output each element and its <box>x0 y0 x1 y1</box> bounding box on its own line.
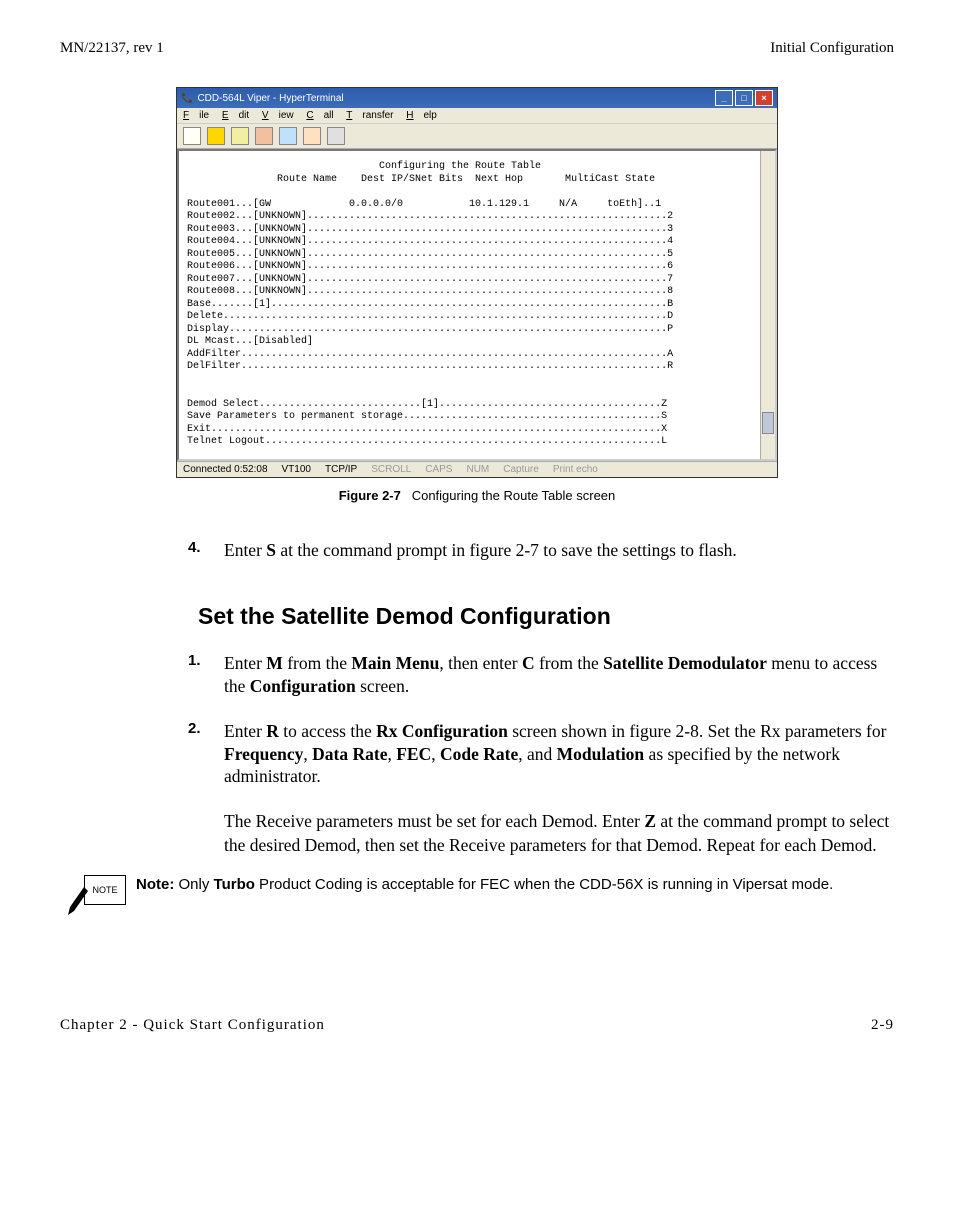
step-number: 2. <box>188 720 224 788</box>
status-emulation: VT100 <box>282 464 311 475</box>
footer-right: 2-9 <box>871 1017 894 1034</box>
status-scroll: SCROLL <box>371 464 411 475</box>
figure-text: Configuring the Route Table screen <box>412 488 616 503</box>
window-title-bar: 📞 CDD-564L Viper - HyperTerminal _ □ × <box>177 88 777 108</box>
status-bar: Connected 0:52:08 VT100 TCP/IP SCROLL CA… <box>177 461 777 477</box>
scroll-thumb[interactable] <box>762 412 774 434</box>
doc-header-left: MN/22137, rev 1 <box>60 40 164 57</box>
step-body: Enter R to access the Rx Configuration s… <box>224 720 894 788</box>
toolbar-send-icon[interactable] <box>279 127 297 145</box>
hyperterminal-window: 📞 CDD-564L Viper - HyperTerminal _ □ × F… <box>176 87 778 478</box>
toolbar-open-icon[interactable] <box>207 127 225 145</box>
section-heading: Set the Satellite Demod Configuration <box>198 603 894 630</box>
status-capture: Capture <box>503 464 539 475</box>
status-num: NUM <box>466 464 489 475</box>
toolbar-properties-icon[interactable] <box>327 127 345 145</box>
footer-left: Chapter 2 - Quick Start Configuration <box>60 1017 325 1034</box>
step-number: 1. <box>188 652 224 698</box>
minimize-icon[interactable]: _ <box>715 90 733 106</box>
close-icon[interactable]: × <box>755 90 773 106</box>
maximize-icon[interactable]: □ <box>735 90 753 106</box>
menu-edit[interactable]: Edit <box>222 110 249 121</box>
status-caps: CAPS <box>425 464 452 475</box>
terminal-output: Configuring the Route Table Route Name D… <box>177 149 777 461</box>
figure-caption: Figure 2-7 Configuring the Route Table s… <box>60 488 894 503</box>
step-2: 2. Enter R to access the Rx Configuratio… <box>188 720 894 788</box>
toolbar-new-icon[interactable] <box>183 127 201 145</box>
status-printecho: Print echo <box>553 464 598 475</box>
toolbar-call-icon[interactable] <box>231 127 249 145</box>
menu-transfer[interactable]: Transfer <box>346 110 393 121</box>
step-1: 1. Enter M from the Main Menu, then ente… <box>188 652 894 698</box>
status-connected: Connected 0:52:08 <box>183 464 268 475</box>
menu-view[interactable]: View <box>262 110 294 121</box>
menu-help[interactable]: Help <box>406 110 437 121</box>
paragraph: The Receive parameters must be set for e… <box>224 810 894 857</box>
toolbar-disconnect-icon[interactable] <box>255 127 273 145</box>
toolbar <box>177 124 777 149</box>
status-protocol: TCP/IP <box>325 464 357 475</box>
note-block: NOTE Note: Only Turbo Product Coding is … <box>60 875 894 917</box>
menu-call[interactable]: Call <box>306 110 333 121</box>
scrollbar[interactable] <box>760 151 775 459</box>
doc-header-right: Initial Configuration <box>770 40 894 57</box>
step-number: 4. <box>188 539 224 562</box>
step-body: Enter M from the Main Menu, then enter C… <box>224 652 894 698</box>
toolbar-receive-icon[interactable] <box>303 127 321 145</box>
app-icon: 📞 <box>181 93 193 104</box>
note-text: Note: Only Turbo Product Coding is accep… <box>136 875 833 895</box>
terminal-text: Configuring the Route Table Route Name D… <box>187 161 673 447</box>
menu-bar: File Edit View Call Transfer Help <box>177 108 777 124</box>
note-icon: NOTE <box>70 875 126 917</box>
figure-label: Figure 2-7 <box>339 488 401 503</box>
step-4: 4. Enter S at the command prompt in figu… <box>188 539 894 562</box>
menu-file[interactable]: File <box>183 110 209 121</box>
step-body: Enter S at the command prompt in figure … <box>224 539 737 562</box>
window-title: CDD-564L Viper - HyperTerminal <box>197 93 343 104</box>
